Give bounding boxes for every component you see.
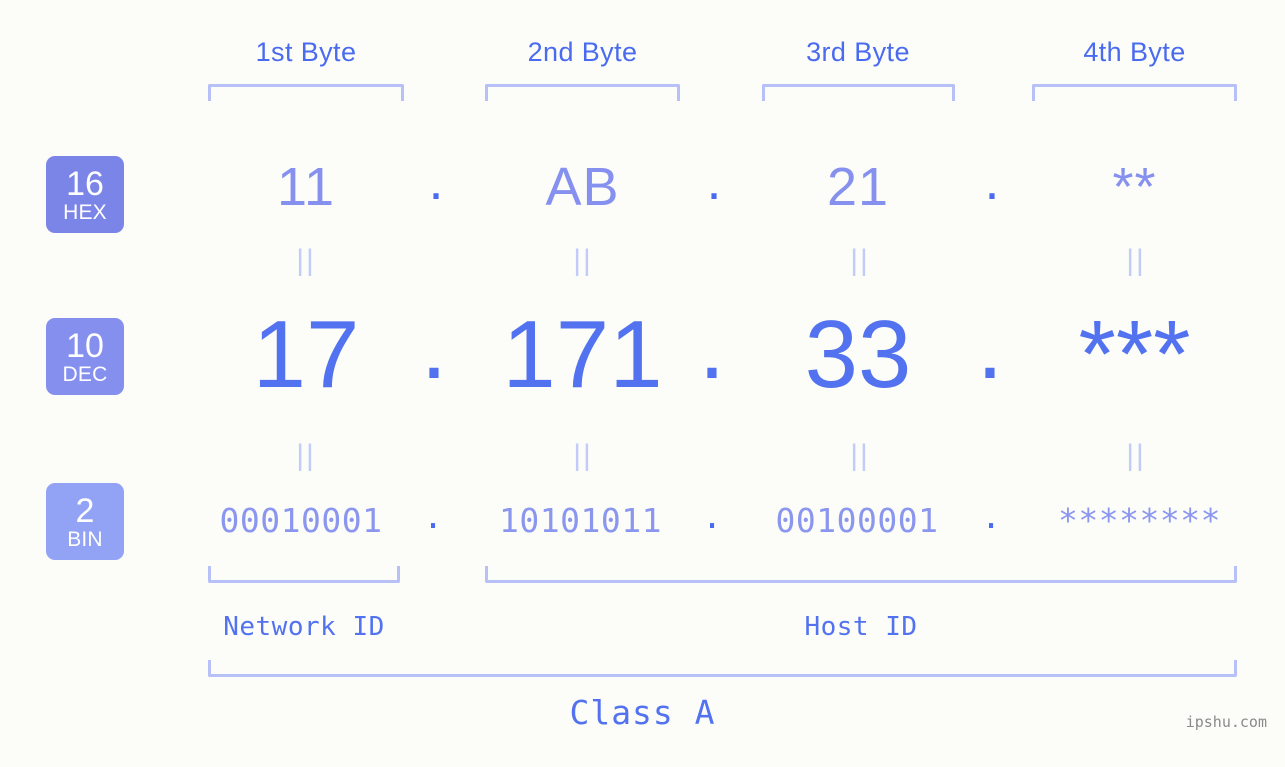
host-id-label: Host ID (804, 612, 918, 642)
equality-marker-hex-dec-4: || (1126, 244, 1146, 277)
hex-byte-1: 11 (276, 157, 336, 217)
base-badge-bin-name: BIN (67, 527, 103, 551)
dec-byte-3: 33 (804, 301, 912, 408)
dec-byte-2: 171 (502, 301, 663, 408)
bin-byte-4: ******** (1058, 501, 1221, 540)
byte-bracket-1 (208, 84, 404, 101)
hex-byte-3: 21 (826, 157, 890, 217)
bin-byte-3: 00100001 (775, 501, 939, 540)
bin-separator-2: . (702, 497, 722, 536)
host-id-bracket (485, 566, 1237, 583)
network-id-bracket (208, 566, 400, 583)
equality-marker-hex-dec-3: || (850, 244, 870, 277)
byte-bracket-4 (1032, 84, 1237, 101)
network-id-label: Network ID (223, 612, 385, 642)
hex-byte-2: AB (545, 157, 620, 217)
hex-separator-2: . (706, 151, 722, 211)
base-badge-dec: 10 DEC (46, 318, 124, 395)
base-badge-bin-number: 2 (75, 491, 95, 530)
equality-marker-dec-bin-3: || (850, 439, 870, 472)
base-badge-dec-number: 10 (66, 326, 104, 365)
dec-byte-4: *** (1078, 301, 1191, 408)
equality-marker-dec-bin-4: || (1126, 439, 1146, 472)
class-label: Class A (569, 693, 716, 732)
dec-separator-3: . (976, 292, 1004, 399)
watermark: ipshu.com (1185, 713, 1267, 731)
bin-separator-3: . (981, 497, 1001, 536)
bin-separator-1: . (423, 497, 443, 536)
class-bracket (208, 660, 1237, 677)
byte-bracket-3 (762, 84, 955, 101)
base-badge-hex: 16 HEX (46, 156, 124, 233)
hex-byte-4: ** (1112, 157, 1157, 217)
byte-header-1: 1st Byte (255, 37, 357, 67)
byte-header-3: 3rd Byte (806, 37, 910, 67)
base-badge-hex-name: HEX (63, 200, 107, 224)
dec-separator-1: . (420, 292, 448, 399)
hex-separator-1: . (428, 151, 444, 211)
base-badge-dec-name: DEC (62, 362, 108, 386)
dec-byte-1: 17 (252, 301, 360, 408)
byte-header-4: 4th Byte (1083, 37, 1186, 67)
hex-separator-3: . (984, 151, 1000, 211)
equality-marker-dec-bin-1: || (296, 439, 316, 472)
ip-address-breakdown-diagram: 1st Byte 2nd Byte 3rd Byte 4th Byte 16 H… (0, 0, 1285, 767)
base-badge-hex-number: 16 (66, 164, 104, 203)
byte-header-2: 2nd Byte (527, 37, 638, 67)
equality-marker-hex-dec-2: || (573, 244, 593, 277)
dec-separator-2: . (698, 292, 726, 399)
base-badge-bin: 2 BIN (46, 483, 124, 560)
bin-byte-2: 10101011 (499, 501, 662, 540)
bin-byte-1: 00010001 (219, 501, 383, 540)
byte-bracket-2 (485, 84, 680, 101)
equality-marker-hex-dec-1: || (296, 244, 316, 277)
equality-marker-dec-bin-2: || (573, 439, 593, 472)
